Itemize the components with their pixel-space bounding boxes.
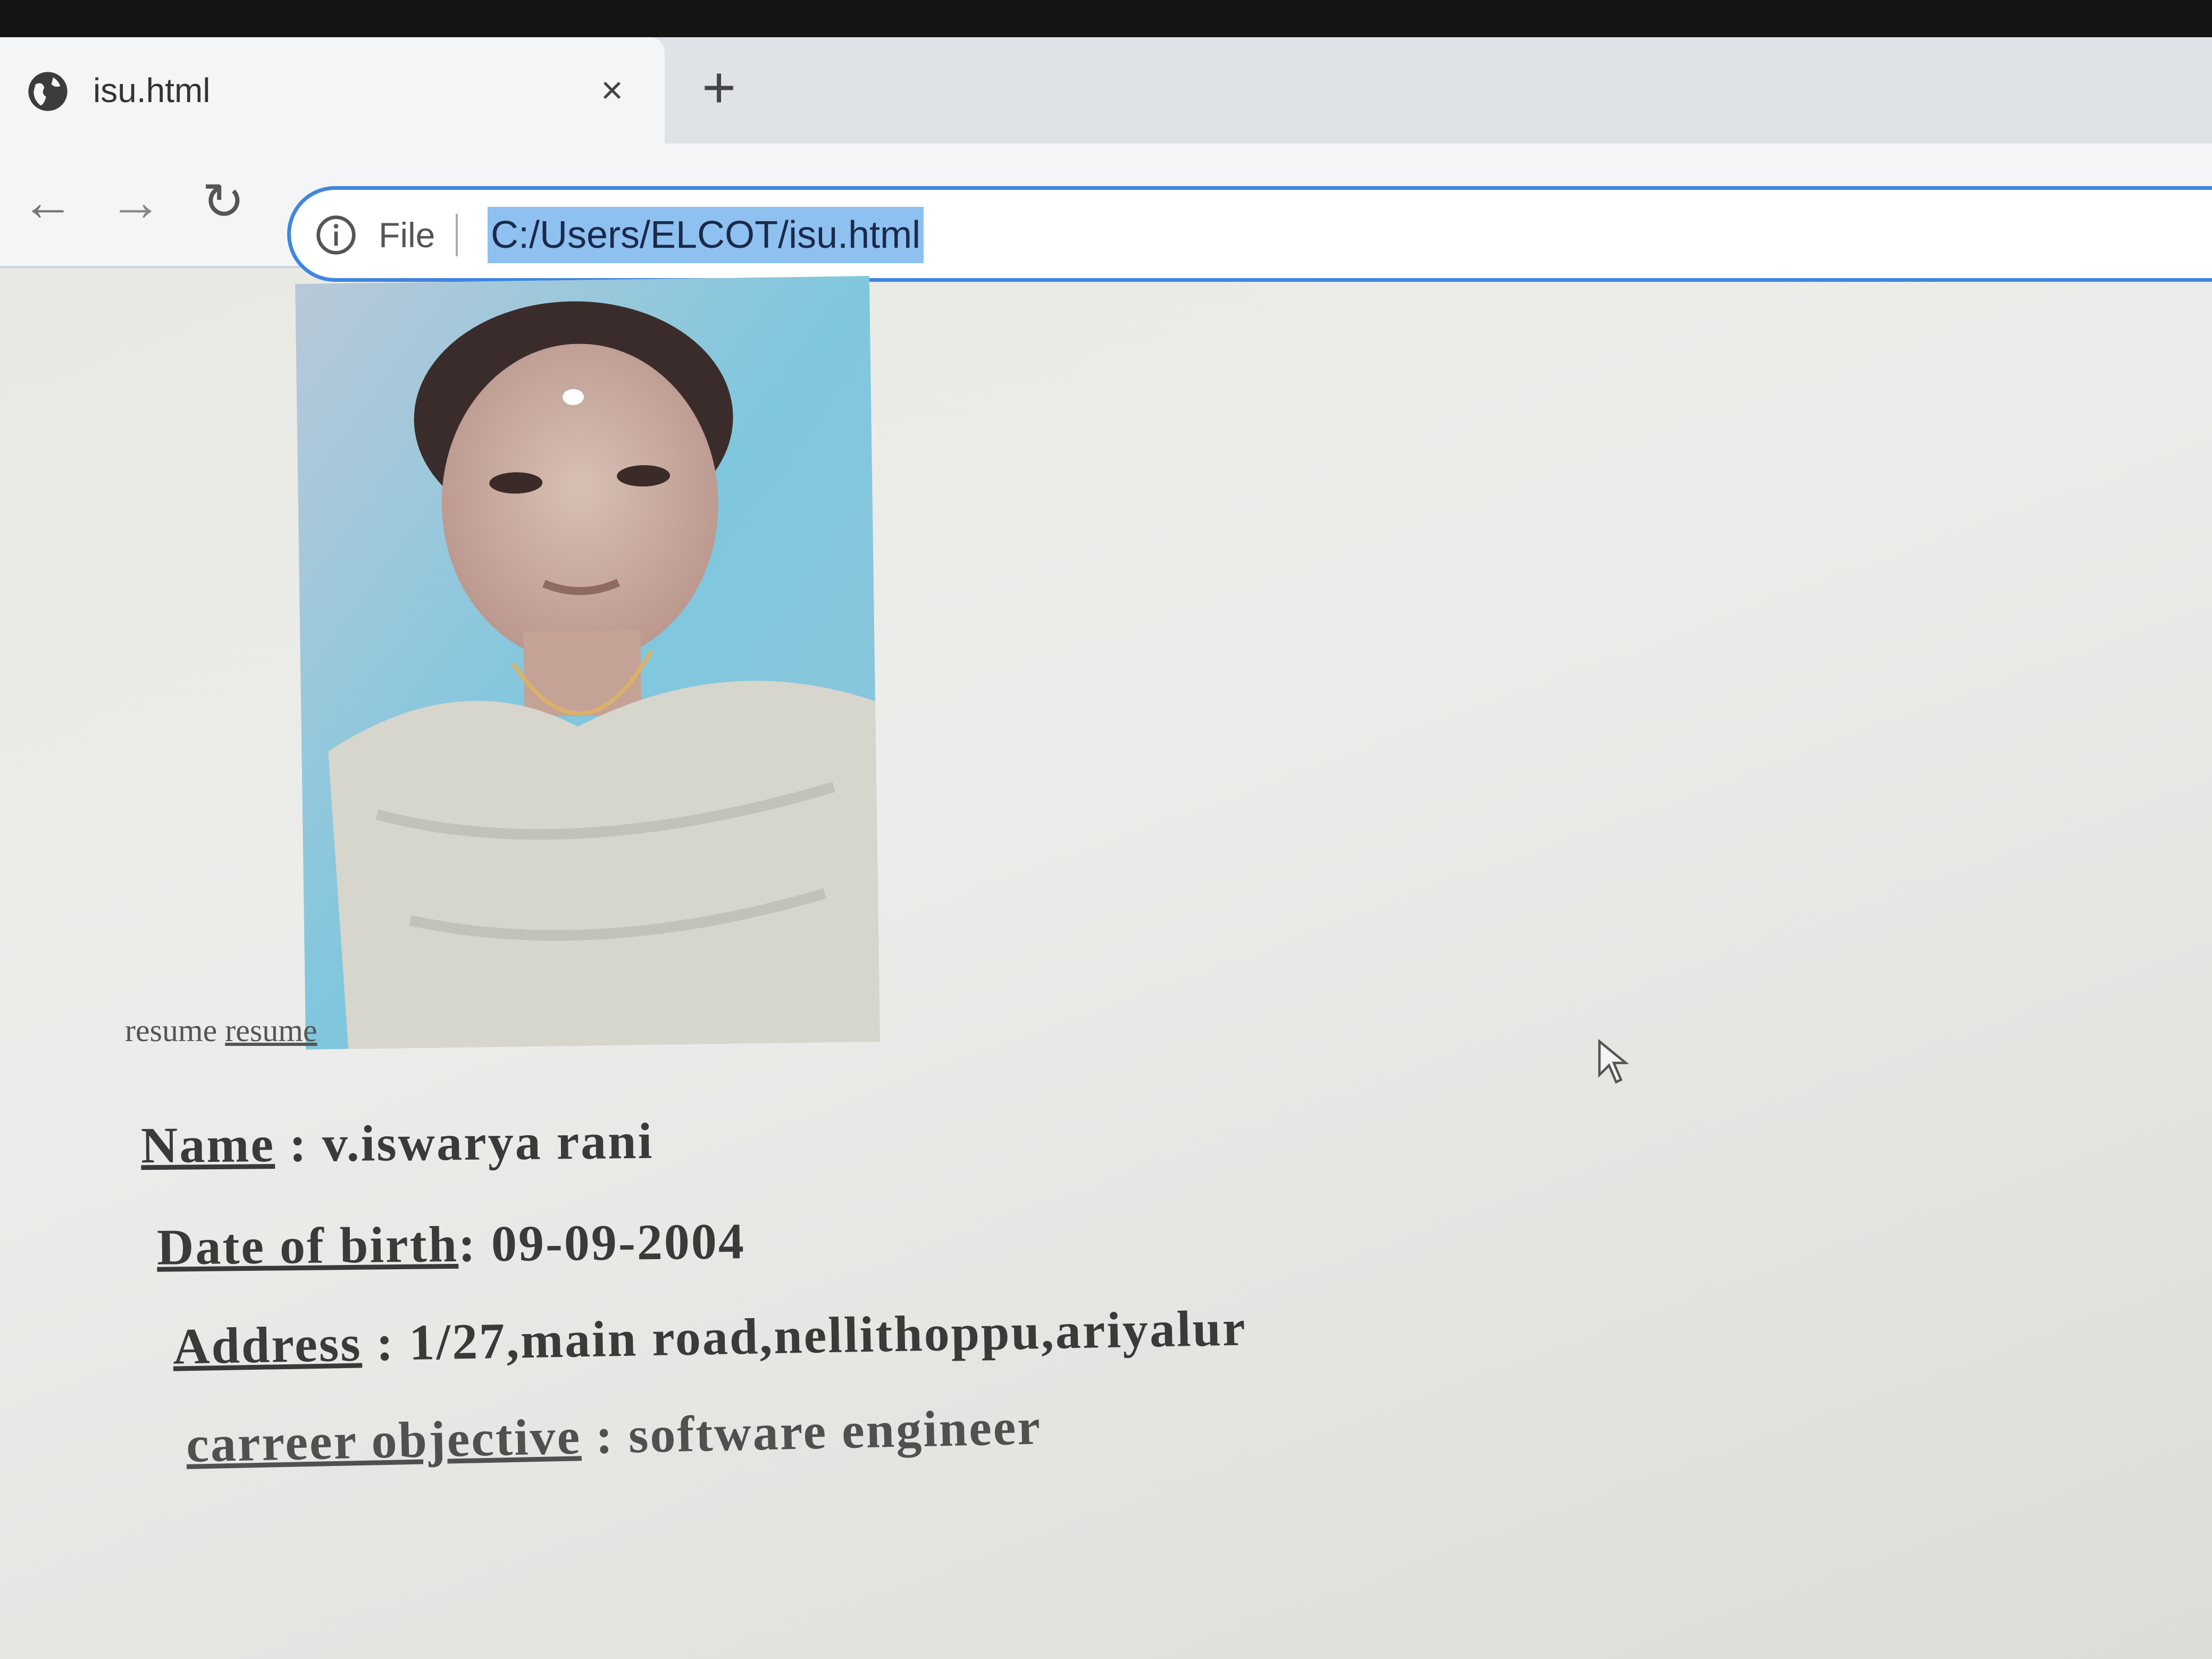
tab-title: isu.html [93, 71, 211, 110]
name-separator: : [274, 1115, 323, 1173]
browser-window: isu.html × + ← → ↻ File C:/Users/ELCOT/i… [0, 37, 2212, 1659]
objective-label: carreer objective [186, 1407, 582, 1473]
address-bar[interactable]: File C:/Users/ELCOT/isu.html [287, 186, 2212, 282]
mouse-pointer-icon [1598, 1039, 1629, 1084]
resume-alt-text: resume resume [125, 1012, 317, 1049]
globe-icon [28, 72, 68, 111]
address-value: 1/27,main road,nellithoppu,ariyalur [408, 1299, 1247, 1371]
forward-button[interactable]: → [104, 170, 167, 234]
scheme-label: File [379, 215, 435, 255]
reload-button[interactable]: ↻ [191, 170, 255, 234]
page-content: resume resume Name : v.iswarya rani Date… [0, 268, 2212, 1659]
dob-label: Date of birth [156, 1215, 459, 1276]
tab-strip: isu.html × + [0, 37, 2212, 144]
info-icon[interactable] [315, 214, 357, 256]
objective-separator: : [580, 1406, 630, 1465]
resume-text: resume [125, 1013, 217, 1048]
dob-value: 09-09-2004 [491, 1212, 746, 1272]
dob-field: Date of birth: 09-09-2004 [156, 1211, 745, 1277]
browser-toolbar: ← → ↻ File C:/Users/ELCOT/isu.html [0, 144, 2212, 282]
url-text[interactable]: C:/Users/ELCOT/isu.html [488, 207, 924, 263]
new-tab-button[interactable]: + [702, 58, 736, 117]
objective-field: carreer objective : software engineer [186, 1397, 1042, 1474]
browser-tab[interactable]: isu.html × [0, 37, 665, 144]
address-field: Address : 1/27,main road,nellithoppu,ari… [172, 1298, 1247, 1376]
resume-link[interactable]: resume [225, 1013, 317, 1048]
objective-value: software engineer [627, 1398, 1042, 1464]
address-label: Address [172, 1314, 363, 1375]
omnibox-divider [456, 214, 458, 256]
back-button[interactable]: ← [16, 170, 80, 234]
name-label: Name [140, 1116, 275, 1174]
name-value: v.iswarya rani [322, 1112, 654, 1172]
profile-photo [295, 275, 881, 1050]
name-field: Name : v.iswarya rani [141, 1111, 654, 1175]
address-separator: : [361, 1313, 410, 1372]
close-tab-icon[interactable]: × [601, 66, 623, 114]
dob-separator: : [458, 1215, 492, 1272]
